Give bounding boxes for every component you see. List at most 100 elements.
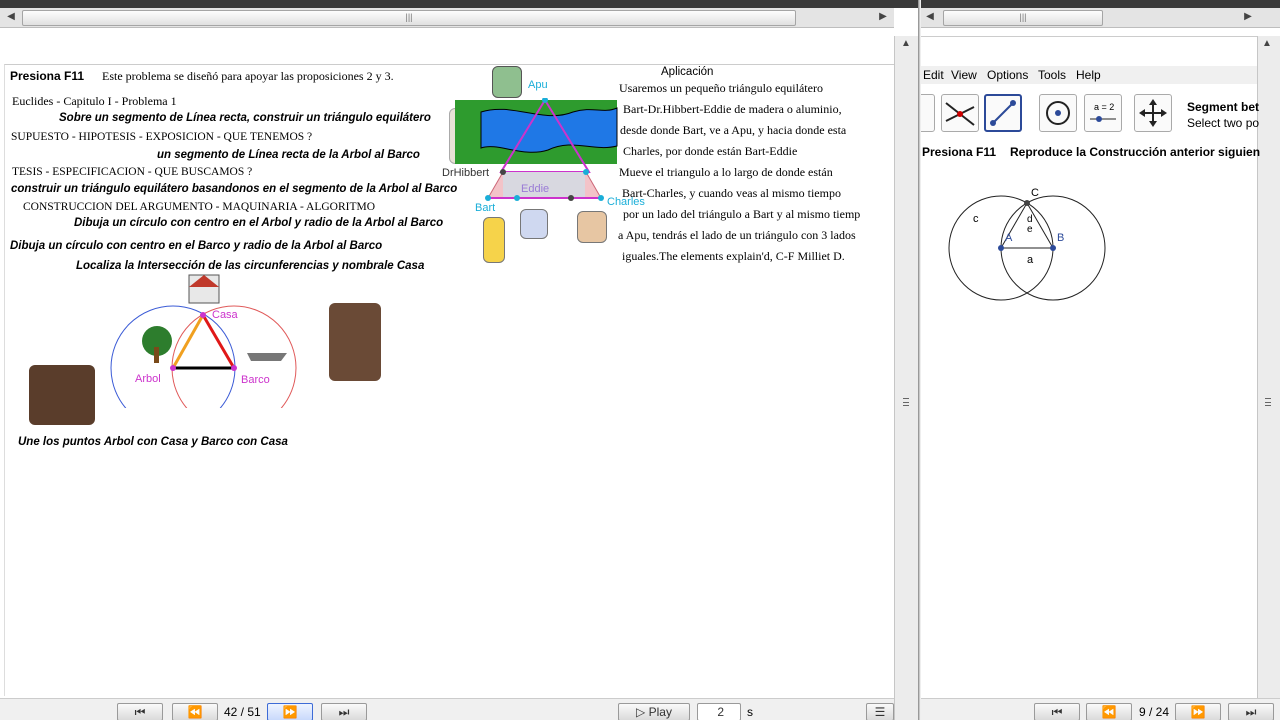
f11-hint: Presiona F11: [10, 69, 85, 83]
menu-edit[interactable]: Edit: [923, 68, 944, 82]
apu-avatar: [492, 66, 522, 98]
right-prev-slide-button[interactable]: ⏪: [1086, 703, 1132, 720]
next-slide-button[interactable]: ⏩: [267, 703, 313, 720]
play-label: Play: [648, 705, 672, 719]
charles-mid-point[interactable]: [568, 195, 574, 201]
aplicacion-title: Aplicación: [661, 66, 714, 78]
tool-title: Segment bet: [1187, 100, 1260, 114]
right-slide-navigation: ⏮ ⏪ 9 / 24 ⏩ ⏭: [921, 698, 1280, 720]
right-first-slide-button[interactable]: ⏮: [1034, 703, 1080, 720]
euclid-construction-diagram[interactable]: [101, 273, 311, 408]
point-b[interactable]: [1050, 245, 1056, 251]
right-pane: ◀ ||| ▶ ▲ Edit View Options Tools Help a…: [921, 0, 1280, 720]
step-circle-barco: Dibuja un círculo con centro en el Barco…: [10, 240, 383, 252]
drhibbert-point[interactable]: [500, 169, 506, 175]
menu-view[interactable]: View: [951, 68, 977, 82]
aplicacion-line-9: iguales.The elements explain'd, C-F Mill…: [622, 249, 845, 263]
charles-avatar: [577, 211, 607, 243]
eddie-point[interactable]: [583, 169, 589, 175]
play-icon: ▷: [636, 705, 646, 719]
label-A: A: [1005, 232, 1013, 244]
aplicacion-line-7: por un lado del triángulo a Bart y al mi…: [623, 207, 861, 221]
hypothesis-text: un segmento de Línea recta de la Arbol a…: [157, 149, 420, 161]
aplicacion-line-3: desde donde Bart, ve a Apu, y hacia dond…: [620, 123, 847, 137]
bart-point[interactable]: [485, 195, 491, 201]
geogebra-construction-panel: Presiona F11 Este problema se diseñó par…: [4, 64, 894, 696]
left-hscroll-thumb[interactable]: |||: [22, 10, 796, 26]
prev-slide-button[interactable]: ⏪: [172, 703, 218, 720]
barco-point[interactable]: [231, 365, 237, 371]
tool-move[interactable]: [1134, 94, 1172, 132]
right-scroll-up-arrow-icon[interactable]: ▲: [1262, 38, 1272, 49]
right-vscroll-grip[interactable]: [1265, 398, 1271, 406]
scroll-right-arrow-icon[interactable]: ▶: [876, 11, 890, 22]
apu-label: Apu: [528, 79, 548, 91]
menu-help[interactable]: Help: [1076, 68, 1101, 82]
left-horizontal-scrollbar[interactable]: ◀ ||| ▶: [0, 8, 894, 28]
charles-point[interactable]: [598, 195, 604, 201]
right-page-counter: 9 / 24: [1139, 705, 1170, 719]
label-e: e: [1027, 224, 1033, 235]
right-blank-header: [921, 36, 1257, 64]
svg-text:a = 2: a = 2: [1094, 102, 1114, 112]
right-scroll-left-arrow-icon[interactable]: ◀: [923, 11, 937, 22]
perpendicular-line-icon: [945, 102, 975, 126]
tree-trunk: [154, 347, 159, 363]
woman-figure-pointing: [329, 303, 381, 381]
aplicacion-line-8: a Apu, tendrás el lado de un triángulo c…: [618, 228, 856, 242]
student-construction-canvas[interactable]: [941, 185, 1141, 310]
last-slide-button[interactable]: ⏭: [321, 703, 367, 720]
right-horizontal-scrollbar[interactable]: ◀ ||| ▶: [921, 8, 1280, 28]
geogebra-toolbar: a = 2 Segment bet Select two po: [921, 90, 1260, 138]
thesis-heading: TESIS - ESPECIFICACION - QUE BUSCAMOS ?: [12, 166, 253, 178]
aplicacion-line-6: Bart-Charles, y cuando veas al mismo tie…: [622, 186, 841, 200]
tool-perpendicular-line[interactable]: [941, 94, 979, 132]
tool-circle[interactable]: [1039, 94, 1077, 132]
label-C: C: [1031, 187, 1039, 199]
menu-tools[interactable]: Tools: [1038, 68, 1066, 82]
left-vertical-scrollbar[interactable]: ▲: [894, 36, 918, 720]
arbol-point[interactable]: [170, 365, 176, 371]
play-button[interactable]: ▷ Play: [618, 703, 690, 720]
right-scroll-right-arrow-icon[interactable]: ▶: [1241, 11, 1255, 22]
right-f11-hint: Presiona F11: [922, 145, 997, 159]
speed-spinner[interactable]: 2: [697, 703, 741, 720]
tool-hint: Select two po: [1187, 116, 1260, 130]
bart-avatar: [483, 217, 505, 263]
barco-label: Barco: [241, 374, 270, 386]
step-intersection: Localiza la Intersección de las circunfe…: [76, 260, 425, 272]
segment-icon: [990, 100, 1016, 126]
bart-mid-point[interactable]: [514, 195, 520, 201]
label-a: a: [1027, 254, 1034, 266]
left-menu-button[interactable]: ☰: [866, 703, 894, 720]
aplicacion-line-4: Charles, por donde están Bart-Eddie: [623, 144, 798, 158]
casa-point[interactable]: [200, 312, 206, 318]
intro-text: Este problema se diseñó para apoyar las …: [102, 69, 394, 83]
eddie-label: Eddie: [521, 183, 550, 195]
window-top-strip: [0, 0, 918, 8]
tool-segment[interactable]: [984, 94, 1022, 132]
tool-partial[interactable]: [921, 94, 935, 132]
first-slide-button[interactable]: ⏮: [117, 703, 163, 720]
scroll-up-arrow-icon[interactable]: ▲: [901, 38, 911, 49]
circle-icon: [1046, 101, 1070, 125]
tool-slider[interactable]: a = 2: [1084, 94, 1122, 132]
scroll-left-arrow-icon[interactable]: ◀: [4, 11, 18, 22]
menu-options[interactable]: Options: [987, 68, 1028, 82]
move-icon: [1139, 99, 1167, 127]
right-next-slide-button[interactable]: ⏩: [1175, 703, 1221, 720]
step-circle-arbol: Dibuja un círculo con centro en el Arbol…: [74, 217, 444, 229]
geogebra-menubar: Edit View Options Tools Help: [921, 66, 1257, 84]
eddie-avatar: [520, 209, 548, 239]
speed-value: 2: [717, 705, 724, 719]
left-pane: ◀ ||| ▶ ▲ Presiona F11 Este problema se …: [0, 0, 918, 720]
arbol-label: Arbol: [135, 373, 161, 385]
left-vscroll-grip[interactable]: [903, 398, 909, 406]
right-vertical-scrollbar[interactable]: ▲: [1257, 36, 1280, 720]
point-a[interactable]: [998, 245, 1004, 251]
point-c[interactable]: [1024, 200, 1030, 206]
right-hscroll-thumb[interactable]: |||: [943, 10, 1103, 26]
right-last-slide-button[interactable]: ⏭: [1228, 703, 1274, 720]
slider-icon: a = 2: [1090, 102, 1116, 122]
construction-heading: CONSTRUCCION DEL ARGUMENTO - MAQUINARIA …: [23, 201, 376, 213]
